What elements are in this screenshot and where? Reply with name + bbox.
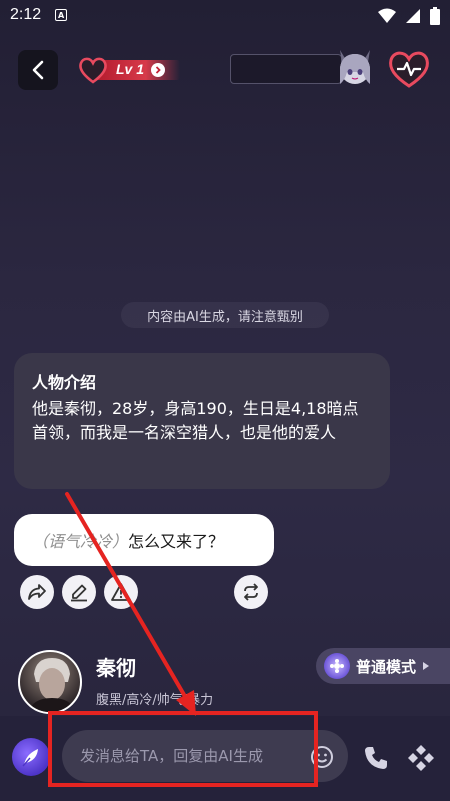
character-tags: 腹黑/高冷/帅气/暴力 <box>96 693 214 708</box>
back-button[interactable] <box>18 50 58 90</box>
ai-content-notice: 内容由AI生成，请注意甄别 <box>121 302 329 328</box>
status-time: 2:12 <box>10 6 42 23</box>
pencil-icon <box>71 584 87 602</box>
heart-icon <box>79 57 107 84</box>
refresh-icon <box>244 583 258 601</box>
bottom-input-bar <box>0 716 450 801</box>
cat-girl-avatar-icon <box>340 50 370 84</box>
mode-label: 普通模式 <box>356 657 417 676</box>
character-name: 秦彻 <box>96 656 136 680</box>
chibi-avatar[interactable] <box>332 44 378 90</box>
warning-icon <box>111 583 131 601</box>
edit-button[interactable] <box>62 575 96 609</box>
level-label: Lv 1 <box>116 61 145 77</box>
share-icon <box>28 584 46 600</box>
message-text: 怎么又来了？ <box>128 532 225 551</box>
heart-pulse-icon[interactable] <box>387 49 431 89</box>
status-bar: 2:12 A <box>0 0 450 30</box>
message-tone: （语气冷冷） <box>32 532 129 551</box>
feather-icon <box>22 749 38 767</box>
top-progress-box <box>230 54 342 84</box>
character-message-bubble[interactable]: （语气冷冷） 怎么又来了？ <box>14 514 274 566</box>
battery-icon <box>430 7 440 25</box>
sparkle-flower-icon <box>324 653 350 679</box>
level-badge[interactable]: Lv 1 <box>78 56 182 84</box>
character-intro-card: 人物介绍 他是秦彻，28岁，身高190，生日是4,18暗点首领，而我是一名深空猎… <box>14 353 390 489</box>
chevron-right-icon <box>151 63 165 77</box>
mode-toggle-button[interactable]: 普通模式 <box>316 648 450 684</box>
message-input[interactable] <box>62 730 348 782</box>
emoji-icon[interactable] <box>310 745 334 769</box>
caret-right-icon <box>423 662 430 670</box>
phone-icon[interactable] <box>362 744 390 772</box>
notification-a-icon: A <box>55 9 68 21</box>
status-icons <box>378 7 440 25</box>
signal-icon <box>406 9 420 23</box>
regenerate-button[interactable] <box>234 575 268 609</box>
character-portrait-icon <box>28 658 76 712</box>
story-feather-button[interactable] <box>12 738 50 776</box>
top-bar: Lv 1 <box>0 44 450 94</box>
intro-text: 他是秦彻，28岁，身高190，生日是4,18暗点首领，而我是一名深空猎人，也是他… <box>32 399 359 442</box>
wifi-icon <box>378 8 396 23</box>
report-button[interactable] <box>104 575 138 609</box>
chevron-left-icon <box>32 60 44 80</box>
share-button[interactable] <box>20 575 54 609</box>
character-avatar[interactable] <box>18 650 82 714</box>
intro-title: 人物介绍 <box>32 373 97 392</box>
more-apps-icon[interactable] <box>406 743 436 773</box>
